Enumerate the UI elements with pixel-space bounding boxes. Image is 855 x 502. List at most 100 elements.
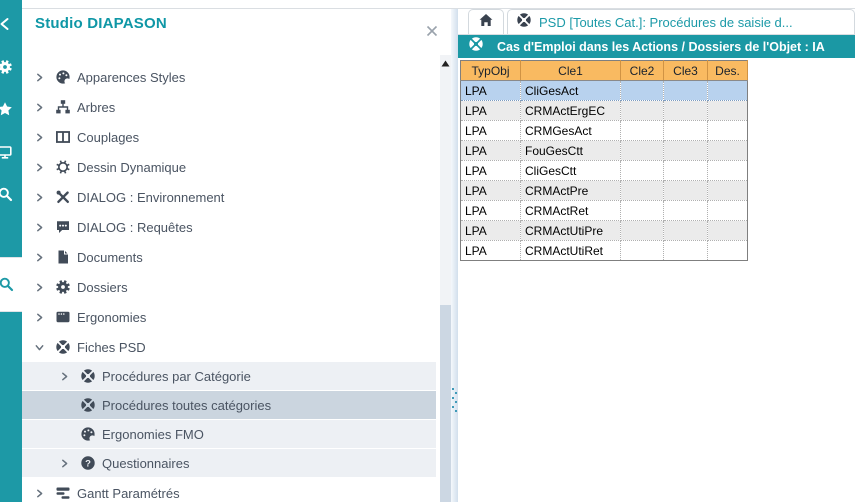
table-row[interactable]: LPACRMActErgEC bbox=[461, 101, 748, 121]
cell bbox=[664, 141, 708, 161]
tree-item-dessin-dynamique[interactable]: Dessin Dynamique bbox=[22, 152, 436, 182]
chevron-right-icon[interactable] bbox=[35, 253, 55, 262]
tree-item-label: Dessin Dynamique bbox=[77, 160, 186, 175]
top-band bbox=[22, 0, 855, 9]
column-header[interactable]: Cle3 bbox=[664, 61, 708, 81]
table-row[interactable]: LPACRMActUtiPre bbox=[461, 221, 748, 241]
tree-item-dialog-requetes[interactable]: DIALOG : Requêtes bbox=[22, 212, 436, 242]
tree-item-arbres[interactable]: Arbres bbox=[22, 92, 436, 122]
pinwheel-icon bbox=[55, 339, 77, 355]
cell bbox=[621, 241, 664, 261]
splitter-grip-icon bbox=[452, 385, 457, 412]
gear-outline-icon bbox=[55, 159, 77, 175]
close-icon[interactable] bbox=[424, 23, 440, 41]
gear-icon[interactable] bbox=[0, 59, 15, 77]
columns-icon bbox=[55, 129, 77, 145]
cell: CliGesCtt bbox=[521, 161, 621, 181]
question-icon: ? bbox=[80, 455, 102, 471]
cell: CRMActPre bbox=[521, 181, 621, 201]
cell: LPA bbox=[461, 101, 521, 121]
tree-item-label: Procédures par Catégorie bbox=[102, 369, 251, 384]
table-row[interactable]: LPAFouGesCtt bbox=[461, 141, 748, 161]
chevron-right-icon[interactable] bbox=[35, 223, 55, 232]
column-header[interactable]: TypObj bbox=[461, 61, 521, 81]
cell bbox=[621, 81, 664, 101]
scrollbar-thumb[interactable] bbox=[440, 305, 451, 502]
cell bbox=[621, 121, 664, 141]
monitor-icon[interactable] bbox=[0, 144, 15, 162]
main-panel: PSD [Toutes Cat.]: Procédures de saisie … bbox=[458, 9, 855, 502]
tree-item-gantt-parametres[interactable]: Gantt Paramétrés bbox=[22, 478, 436, 502]
chevron-right-icon[interactable] bbox=[35, 73, 55, 82]
cell bbox=[621, 141, 664, 161]
tree-item-label: DIALOG : Requêtes bbox=[77, 220, 193, 235]
tab-psd-toutes-cat[interactable]: PSD [Toutes Cat.]: Procédures de saisie … bbox=[507, 9, 855, 34]
chevron-right-icon[interactable] bbox=[35, 163, 55, 172]
results-table: TypObjCle1Cle2Cle3Des.LPACliGesActLPACRM… bbox=[460, 60, 748, 261]
chevron-left-icon[interactable] bbox=[0, 16, 15, 34]
cell: CRMActUtiPre bbox=[521, 221, 621, 241]
search-icon[interactable] bbox=[0, 186, 15, 204]
cell: LPA bbox=[461, 181, 521, 201]
column-header[interactable]: Cle1 bbox=[521, 61, 621, 81]
tree-item-ergonomies[interactable]: Ergonomies bbox=[22, 302, 436, 332]
chevron-right-icon[interactable] bbox=[35, 489, 55, 498]
cell: LPA bbox=[461, 81, 521, 101]
tree-item-label: Apparences Styles bbox=[77, 70, 185, 85]
cell bbox=[708, 101, 748, 121]
table-row[interactable]: LPACRMActUtiRet bbox=[461, 241, 748, 261]
cell bbox=[621, 161, 664, 181]
sidebar-panel: Studio DIAPASON Apparences StylesArbresC… bbox=[22, 9, 440, 502]
cell bbox=[664, 221, 708, 241]
chevron-right-icon[interactable] bbox=[35, 133, 55, 142]
chevron-right-icon[interactable] bbox=[60, 372, 80, 381]
tree: Apparences Styles ArbresCouplages Dessin D… bbox=[22, 62, 436, 502]
tree-item-label: Ergonomies bbox=[77, 310, 146, 325]
tree-item-dialog-environnement[interactable]: DIALOG : Environnement bbox=[22, 182, 436, 212]
chevron-right-icon[interactable] bbox=[35, 313, 55, 322]
cell bbox=[621, 101, 664, 121]
tree-item-procedures-toutes-categories[interactable]: Procédures toutes catégories bbox=[22, 391, 436, 419]
table-row[interactable]: LPACliGesCtt bbox=[461, 161, 748, 181]
tab-label: PSD [Toutes Cat.]: Procédures de saisie … bbox=[539, 15, 793, 30]
tree-item-ergonomies-fmo[interactable]: Ergonomies FMO bbox=[22, 420, 436, 448]
tree-item-apparences-styles[interactable]: Apparences Styles bbox=[22, 62, 436, 92]
document-icon bbox=[55, 249, 77, 265]
cell bbox=[708, 121, 748, 141]
speech-bubble-icon bbox=[55, 219, 77, 235]
tools-icon bbox=[55, 189, 77, 205]
table-row[interactable]: LPACRMActPre bbox=[461, 181, 748, 201]
cog-icon bbox=[55, 279, 77, 295]
cell bbox=[708, 241, 748, 261]
table-row[interactable]: LPACRMActRet bbox=[461, 201, 748, 221]
tree-item-dossiers[interactable]: Dossiers bbox=[22, 272, 436, 302]
chevron-right-icon[interactable] bbox=[35, 283, 55, 292]
chevron-right-icon[interactable] bbox=[35, 103, 55, 112]
table-row[interactable]: LPACliGesAct bbox=[461, 81, 748, 101]
cell: LPA bbox=[461, 141, 521, 161]
tree-item-questionnaires[interactable]: ?Questionnaires bbox=[22, 449, 436, 477]
palette-icon bbox=[80, 426, 102, 442]
cell bbox=[708, 141, 748, 161]
tree-item-documents[interactable]: Documents bbox=[22, 242, 436, 272]
cell bbox=[708, 221, 748, 241]
column-header[interactable]: Des. bbox=[708, 61, 748, 81]
cell bbox=[664, 241, 708, 261]
tree-item-couplages[interactable]: Couplages bbox=[22, 122, 436, 152]
column-header[interactable]: Cle2 bbox=[621, 61, 664, 81]
tree-item-procedures-par-categorie[interactable]: Procédures par Catégorie bbox=[22, 362, 436, 390]
cell bbox=[621, 201, 664, 221]
chevron-down-icon[interactable] bbox=[35, 343, 55, 352]
chevron-right-icon[interactable] bbox=[35, 193, 55, 202]
tab-home[interactable] bbox=[468, 9, 504, 34]
table-row[interactable]: LPACRMGesAct bbox=[461, 121, 748, 141]
rail-active-item[interactable] bbox=[0, 257, 22, 312]
triangle-up-icon[interactable] bbox=[440, 55, 451, 71]
panel-splitter[interactable] bbox=[451, 9, 458, 502]
cell: CliGesAct bbox=[521, 81, 621, 101]
pinwheel-icon bbox=[80, 397, 102, 413]
chevron-right-icon[interactable] bbox=[60, 459, 80, 468]
sidebar-scrollbar[interactable] bbox=[440, 55, 451, 502]
star-icon[interactable] bbox=[0, 101, 15, 119]
tree-item-fiches-psd[interactable]: Fiches PSD bbox=[22, 332, 436, 362]
